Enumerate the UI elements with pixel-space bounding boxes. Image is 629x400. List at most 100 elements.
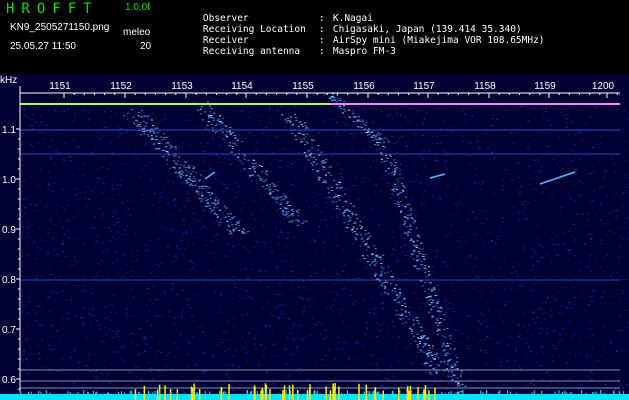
noise-speck <box>374 245 377 247</box>
noise-speck <box>591 300 594 302</box>
noise-speck <box>27 365 30 367</box>
noise-speck <box>190 169 193 171</box>
echo-dot <box>332 196 335 198</box>
noise-speck <box>450 362 453 364</box>
noise-speck <box>348 190 351 192</box>
echo-dot <box>389 154 392 156</box>
noise-speck <box>626 329 628 331</box>
noise-speck <box>237 256 240 258</box>
noise-speck <box>121 276 124 278</box>
noise-speck <box>392 336 395 338</box>
noise-speck <box>126 200 129 202</box>
echo-dot <box>394 170 397 172</box>
echo-dot <box>374 144 377 145</box>
noise-speck <box>160 225 163 227</box>
echo-dot <box>294 117 297 119</box>
noise-speck <box>591 200 594 202</box>
noise-speck <box>332 191 335 193</box>
bottom-noise <box>223 391 225 394</box>
echo-dot <box>292 123 295 125</box>
noise-speck <box>98 324 101 326</box>
noise-speck <box>452 213 455 215</box>
noise-speck <box>510 301 513 303</box>
noise-speck <box>400 301 403 303</box>
echo-dot <box>192 168 195 169</box>
noise-speck <box>38 358 41 360</box>
noise-speck <box>522 214 525 216</box>
echo-dot <box>306 142 309 144</box>
noise-speck <box>314 240 317 242</box>
noise-speck <box>292 236 295 238</box>
echo-dot <box>322 169 325 171</box>
echo-dot <box>140 134 143 136</box>
echo-dot <box>457 382 460 384</box>
noise-speck <box>321 288 324 290</box>
echo-dot <box>213 112 216 114</box>
noise-speck <box>573 159 575 161</box>
noise-speck <box>105 333 108 335</box>
echo-dot <box>147 135 150 137</box>
x-tick-label: 1151 <box>49 81 71 92</box>
noise-speck <box>493 257 496 259</box>
echo-dot <box>273 183 276 185</box>
noise-speck <box>524 169 527 170</box>
noise-speck <box>61 251 64 252</box>
bottom-noise <box>225 392 227 394</box>
bottom-noise <box>77 392 79 394</box>
echo-dot <box>271 182 274 184</box>
noise-speck <box>67 329 70 331</box>
echo-dot <box>332 201 335 203</box>
echo-dot <box>307 159 310 161</box>
noise-speck <box>604 360 607 362</box>
echo-dot <box>367 237 370 239</box>
noise-speck <box>562 168 565 169</box>
noise-speck <box>229 157 231 159</box>
noise-speck <box>252 297 255 299</box>
noise-speck <box>558 136 561 138</box>
echo-dot <box>268 186 271 188</box>
noise-speck <box>387 370 390 372</box>
noise-speck <box>570 228 573 230</box>
bottom-noise <box>623 391 625 394</box>
echo-dot <box>227 229 229 231</box>
noise-speck <box>353 304 356 306</box>
noise-speck <box>198 160 201 162</box>
noise-speck <box>276 243 279 245</box>
noise-speck <box>231 318 234 320</box>
noise-speck <box>547 133 549 135</box>
echo-dot <box>456 377 459 379</box>
noise-speck <box>403 106 406 108</box>
noise-speck <box>62 240 65 242</box>
echo-dot <box>192 166 195 168</box>
noise-speck <box>253 218 256 220</box>
noise-speck <box>128 214 131 216</box>
noise-speck <box>317 235 320 237</box>
noise-speck <box>203 210 206 212</box>
noise-speck <box>390 271 393 273</box>
noise-speck <box>518 365 521 367</box>
noise-speck <box>571 280 573 282</box>
echo-dot <box>441 345 444 347</box>
noise-speck <box>161 372 164 374</box>
noise-speck <box>247 177 250 179</box>
noise-speck <box>31 150 34 152</box>
noise-speck <box>63 233 66 235</box>
spectrogram-plot: 1151 1152 1153 1154 1155 1156 1157 1158 1159 1200… <box>0 74 629 400</box>
echo-dot <box>429 372 432 373</box>
echo-dot <box>180 177 183 179</box>
noise-speck <box>522 247 525 249</box>
noise-speck <box>519 105 522 107</box>
echo-dot <box>324 94 327 96</box>
noise-speck <box>413 165 416 167</box>
echo-dot <box>195 172 198 174</box>
noise-speck <box>151 205 154 207</box>
echo-dot <box>419 343 421 344</box>
noise-speck <box>35 258 38 260</box>
noise-speck <box>484 225 486 227</box>
noise-speck <box>419 182 422 184</box>
echo-dot <box>366 239 369 241</box>
noise-speck <box>397 336 400 338</box>
noise-speck <box>131 274 134 276</box>
noise-speck <box>421 220 423 222</box>
noise-speck <box>154 193 156 195</box>
